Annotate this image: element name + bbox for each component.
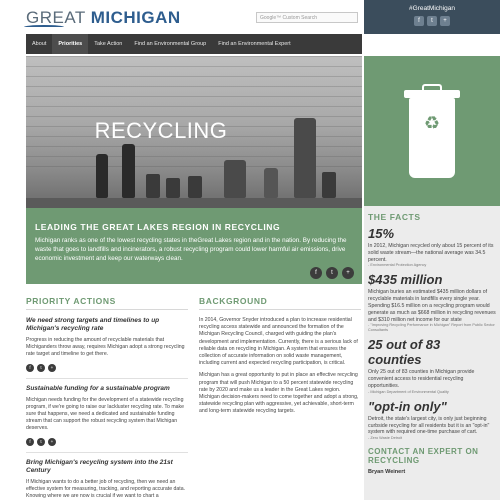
- twitter-icon[interactable]: t: [427, 16, 437, 26]
- social-links: f t +: [364, 16, 500, 26]
- main-nav: About Priorities Take Action Find an Env…: [26, 34, 362, 54]
- share-icon[interactable]: +: [440, 16, 450, 26]
- nav-item-find-expert[interactable]: Find an Environmental Expert: [212, 34, 296, 54]
- hero-image: RECYCLING: [26, 56, 362, 208]
- background-paragraph: Michigan has a great opportunity to put …: [199, 372, 359, 415]
- share-icon[interactable]: +: [48, 437, 56, 446]
- priority-item-body: If Michigan wants to do a better job of …: [26, 478, 186, 500]
- can-shape: [322, 172, 336, 198]
- section-divider: [26, 309, 188, 310]
- section-divider: [199, 309, 361, 310]
- recycle-bin-icon: [409, 98, 455, 178]
- banner-title: LEADING THE GREAT LAKES REGION IN RECYCL…: [35, 222, 281, 232]
- facebook-icon[interactable]: f: [26, 437, 34, 446]
- facebook-icon[interactable]: f: [26, 363, 34, 372]
- facts-title: THE FACTS: [368, 212, 421, 222]
- fact-stat: "opt-in only": [368, 398, 447, 414]
- search-input[interactable]: Google™ Custom Search: [256, 12, 358, 23]
- recycle-bin-panel: ♻: [364, 56, 500, 206]
- background-title: BACKGROUND: [199, 296, 268, 306]
- facebook-icon[interactable]: f: [414, 16, 424, 26]
- logo-swoosh: [24, 25, 64, 29]
- facts-panel: THE FACTS 15% In 2012, Michigan recycled…: [364, 206, 500, 500]
- fact-source: - Zero Waste Detroit: [368, 436, 403, 441]
- banner-share-icons: f t +: [310, 267, 354, 279]
- recycle-symbol-icon: ♻: [423, 113, 441, 133]
- item-divider: [26, 377, 188, 379]
- nav-item-find-group[interactable]: Find an Environmental Group: [128, 34, 212, 54]
- background-paragraph: In 2014, Governor Snyder introduced a pl…: [199, 317, 358, 367]
- sidebar: ♻ THE FACTS 15% In 2012, Michigan recycl…: [364, 34, 500, 500]
- ledge: [26, 198, 362, 208]
- background-section: BACKGROUND In 2014, Governor Snyder intr…: [199, 296, 361, 421]
- facebook-icon[interactable]: f: [310, 267, 322, 279]
- banner-text: Michigan ranks as one of the lowest recy…: [35, 237, 347, 262]
- priority-item-heading: Bring Michigan's recycling system into t…: [26, 458, 173, 474]
- twitter-icon[interactable]: t: [37, 437, 45, 446]
- fact-source: - Environmental Protection Agency: [368, 263, 427, 268]
- priority-actions: PRIORITY ACTIONS We need strong targets …: [26, 296, 188, 500]
- fact-stat: $435 million: [368, 272, 443, 288]
- logo-text-bold: MICHIGAN: [90, 8, 181, 27]
- contact-expert-name[interactable]: Bryan Weinert: [368, 469, 496, 475]
- hashtag-text: #GreatMichigan: [409, 5, 455, 12]
- fact-text: Only 25 out of 83 counties in Michigan p…: [368, 369, 475, 389]
- twitter-icon[interactable]: t: [326, 267, 338, 279]
- share-icon[interactable]: +: [342, 267, 354, 279]
- fact-source: - "Improving Recycling Performance in Mi…: [368, 323, 495, 333]
- priority-actions-title: PRIORITY ACTIONS: [26, 296, 116, 306]
- bottle-shape: [224, 160, 246, 198]
- hero-title: RECYCLING: [94, 118, 228, 143]
- fact-text: Michigan buries an estimated $435 millio…: [368, 289, 496, 323]
- priority-item-body: Michigan needs funding for the developme…: [26, 396, 185, 432]
- fact-text: Detroit, the state's largest city, is on…: [368, 415, 490, 436]
- priority-item-heading: We need strong targets and timelines to …: [26, 317, 160, 332]
- item-share-icons: f t +: [26, 437, 188, 446]
- can-shape: [166, 178, 180, 198]
- item-divider: [26, 451, 188, 453]
- fact-stat: 15%: [368, 226, 395, 241]
- twitter-icon[interactable]: t: [37, 363, 45, 372]
- priority-item-body: Progress in reducing the amount of recyc…: [26, 337, 185, 358]
- hashtag-panel: #GreatMichigan f t +: [364, 0, 500, 34]
- bottle-shape: [264, 168, 278, 198]
- can-shape: [146, 174, 160, 198]
- contact-expert-title: CONTACT AN EXPERT ON RECYCLING: [368, 447, 479, 466]
- fact-stat: 25 out of 83 counties: [368, 337, 441, 368]
- bottle-shape: [294, 118, 316, 198]
- item-share-icons: f t +: [26, 363, 188, 372]
- can-shape: [188, 176, 202, 198]
- share-icon[interactable]: +: [48, 363, 56, 372]
- fact-source: - Michigan Department of Environmental Q…: [368, 389, 449, 394]
- intro-banner: LEADING THE GREAT LAKES REGION IN RECYCL…: [26, 208, 362, 284]
- nav-item-take-action[interactable]: Take Action: [88, 34, 128, 54]
- fact-text: In 2012, Michigan recycled only about 15…: [368, 243, 494, 263]
- priority-item-heading: Sustainable funding for a sustainable pr…: [26, 384, 170, 392]
- bottle-shape: [122, 144, 135, 198]
- bottle-shape: [96, 154, 108, 198]
- nav-item-about[interactable]: About: [26, 34, 52, 54]
- nav-item-priorities[interactable]: Priorities: [52, 34, 89, 54]
- bin-lid: [404, 90, 460, 98]
